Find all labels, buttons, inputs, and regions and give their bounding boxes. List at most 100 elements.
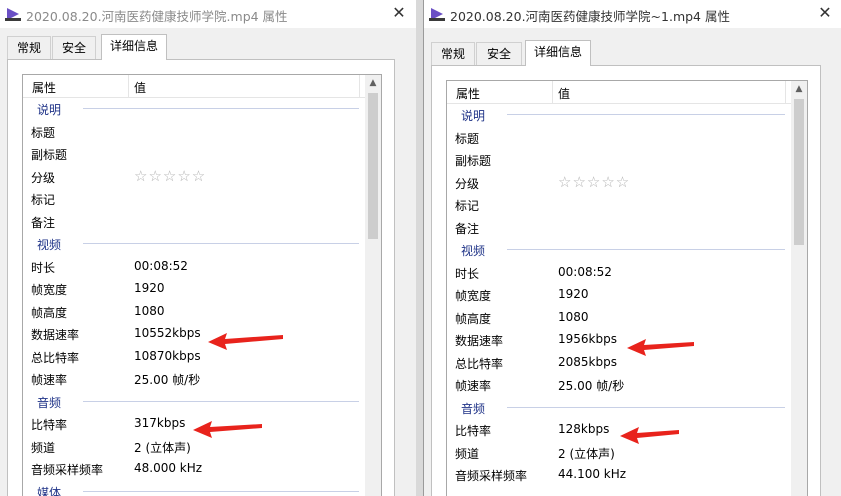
list-item[interactable]: 数据速率 10552kbps [23,322,365,345]
group-description: 说明 [23,97,365,120]
property-value: 2 (立体声) [134,440,191,455]
column-divider[interactable] [128,75,129,97]
group-label: 音频 [37,395,62,410]
list-item[interactable]: 标记 [447,193,791,216]
list-item[interactable]: 分级 ☆☆☆☆☆ [23,165,365,188]
property-name: 频道 [455,446,480,461]
red-arrow-annotation [193,421,262,438]
list-item[interactable]: 时长 00:08:52 [23,255,365,278]
list-item[interactable]: 副标题 [23,142,365,165]
list-item[interactable]: 帧高度 1080 [23,300,365,323]
list-item[interactable]: 音频采样频率 44.100 kHz [447,463,791,486]
list-item[interactable]: 总比特率 10870kbps [23,345,365,368]
window-title: 2020.08.20.河南医药健康技师学院~1.mp4 属性 [450,9,730,24]
property-value: 128kbps [558,422,610,436]
properties-dialog-right: 2020.08.20.河南医药健康技师学院~1.mp4 属性 ✕ 常规 安全 详… [423,0,841,496]
tab-general[interactable]: 常规 [7,36,51,59]
property-value: 10552kbps [134,326,201,340]
red-arrow-annotation [620,427,679,444]
list-item[interactable]: 标题 [23,120,365,143]
vertical-scrollbar[interactable]: ▲ [365,75,381,496]
column-header-value[interactable]: 值 [558,85,570,102]
list-item[interactable]: 总比特率 2085kbps [447,351,791,374]
group-label: 视频 [461,244,486,258]
property-value: 2 (立体声) [558,446,615,461]
property-name: 比特率 [455,424,492,438]
video-file-icon [5,8,21,21]
list-item[interactable]: 音频采样频率 48.000 kHz [23,457,365,480]
property-name: 数据速率 [455,334,504,348]
list-item[interactable]: 帧宽度 1920 [23,277,365,300]
list-item[interactable]: 分级 ☆☆☆☆☆ [447,171,791,194]
list-item[interactable]: 备注 [447,216,791,239]
title-bar: 2020.08.20.河南医药健康技师学院~1.mp4 属性 ✕ [424,0,841,28]
list-item[interactable]: 标记 [23,187,365,210]
list-item[interactable]: 帧速率 25.00 帧/秒 [447,373,791,396]
column-header-value[interactable]: 值 [134,79,146,96]
rating-stars[interactable]: ☆☆☆☆☆ [134,167,206,185]
property-value: 10870kbps [134,348,201,363]
tab-security[interactable]: 安全 [52,36,96,59]
scroll-up-icon[interactable]: ▲ [791,81,807,97]
property-value: 44.100 kHz [558,467,627,481]
property-name: 帧高度 [455,311,492,326]
group-divider [83,243,359,244]
tab-details[interactable]: 详细信息 [525,40,591,66]
property-name: 帧宽度 [31,283,68,297]
tab-details[interactable]: 详细信息 [101,34,167,60]
video-file-icon [429,8,445,21]
list-item[interactable]: 时长 00:08:52 [447,261,791,284]
property-value: 1920 [558,287,589,301]
list-item[interactable]: 备注 [23,210,365,233]
list-item[interactable]: 数据速率 1956kbps [447,328,791,351]
scrollbar-thumb[interactable] [368,93,378,239]
list-item[interactable]: 帧高度 1080 [447,306,791,329]
vertical-scrollbar[interactable]: ▲ [791,81,807,496]
list-item[interactable]: 帧宽度 1920 [447,283,791,306]
property-value: 2085kbps [558,354,617,369]
column-divider[interactable] [552,81,553,103]
property-value: 48.000 kHz [134,461,203,475]
property-name: 数据速率 [31,328,80,342]
group-divider [507,114,785,115]
property-value: 00:08:52 [134,258,188,273]
column-header-property[interactable]: 属性 [32,79,56,96]
close-button[interactable]: ✕ [814,3,836,23]
list-item[interactable]: 副标题 [447,148,791,171]
property-name: 帧高度 [31,305,68,320]
property-name: 分级 [455,176,480,191]
group-label: 视频 [37,238,62,252]
property-name: 比特率 [31,418,68,432]
column-divider[interactable] [359,75,360,97]
list-item[interactable]: 标题 [447,126,791,149]
column-divider[interactable] [785,81,786,103]
group-label: 媒体 [37,485,62,496]
property-value: 25.00 帧/秒 [558,379,625,393]
rating-stars[interactable]: ☆☆☆☆☆ [558,173,630,191]
tab-general[interactable]: 常规 [431,42,475,65]
scroll-up-icon[interactable]: ▲ [365,75,381,91]
group-audio: 音频 [23,390,365,413]
group-divider [507,249,785,250]
property-name: 帧速率 [31,373,68,387]
property-value: 1920 [134,281,165,295]
group-label: 音频 [461,401,486,416]
property-name: 总比特率 [455,356,504,371]
list-item[interactable]: 帧速率 25.00 帧/秒 [23,367,365,390]
scrollbar-thumb[interactable] [794,99,804,245]
property-name: 时长 [31,260,56,275]
property-name: 帧宽度 [455,289,492,303]
property-name: 分级 [31,170,56,185]
property-value: 1080 [134,303,165,318]
tab-strip: 常规 安全 详细信息 [0,34,416,60]
property-name: 备注 [31,215,56,230]
group-video: 视频 [447,238,791,261]
property-value: 25.00 帧/秒 [134,373,201,387]
property-name: 标记 [455,199,480,213]
property-name: 总比特率 [31,350,80,365]
tab-security[interactable]: 安全 [476,42,522,65]
column-header-property[interactable]: 属性 [456,85,480,102]
close-button[interactable]: ✕ [388,3,410,23]
property-name: 副标题 [31,148,68,162]
property-name: 音频采样频率 [455,469,528,483]
